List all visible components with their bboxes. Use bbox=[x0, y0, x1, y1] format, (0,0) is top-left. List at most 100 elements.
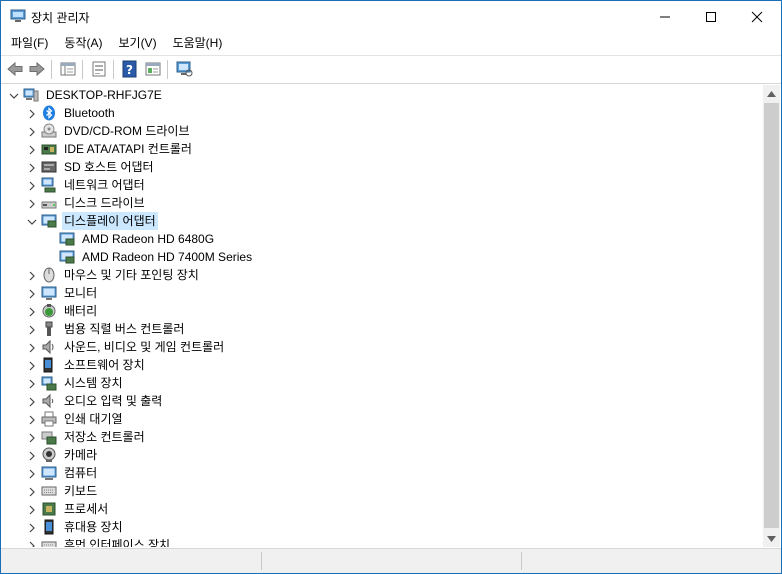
tree-category-item[interactable]: SD 호스트 어댑터 bbox=[3, 158, 703, 176]
display-adapter-icon bbox=[59, 231, 75, 247]
chevron-right-icon[interactable] bbox=[27, 342, 37, 353]
tree-item-label: 소프트웨어 장치 bbox=[64, 358, 145, 372]
minimize-button[interactable] bbox=[642, 1, 688, 32]
tree-item-label: 저장소 컨트롤러 bbox=[64, 430, 145, 444]
chevron-right-icon[interactable] bbox=[27, 360, 37, 371]
menu-file[interactable]: 파일(F) bbox=[5, 32, 54, 54]
tree-category-item[interactable]: 휴대용 장치 bbox=[3, 518, 703, 536]
toolbar-separator bbox=[167, 60, 168, 79]
forward-arrow-icon[interactable] bbox=[28, 60, 46, 78]
device-manager-window: 장치 관리자 파일(F) 동작(A) 보기(V) 도움말(H) ? DESKTO… bbox=[0, 0, 782, 574]
show-hide-tree-icon[interactable] bbox=[59, 60, 77, 78]
tree-device-item[interactable]: AMD Radeon HD 7400M Series bbox=[3, 248, 703, 266]
properties-icon[interactable] bbox=[90, 60, 108, 78]
tree-item-label: 휴먼 인터페이스 장치 bbox=[64, 538, 171, 547]
menu-action[interactable]: 동작(A) bbox=[58, 32, 108, 54]
tree-item-label: 카메라 bbox=[64, 448, 98, 462]
chevron-right-icon[interactable] bbox=[27, 144, 37, 155]
tree-category-item[interactable]: 컴퓨터 bbox=[3, 464, 703, 482]
close-button[interactable] bbox=[734, 1, 780, 32]
tree-category-item[interactable]: 오디오 입력 및 출력 bbox=[3, 392, 703, 410]
tree-item-label: 오디오 입력 및 출력 bbox=[64, 394, 163, 408]
chevron-right-icon[interactable] bbox=[27, 126, 37, 137]
chevron-right-icon[interactable] bbox=[27, 288, 37, 299]
scrollbar-thumb[interactable] bbox=[764, 103, 779, 528]
chevron-down-icon[interactable] bbox=[27, 216, 37, 226]
action-view-icon[interactable] bbox=[144, 60, 162, 78]
tree-category-item[interactable]: 디스플레이 어댑터 bbox=[3, 212, 703, 230]
network-adapter-icon bbox=[41, 177, 57, 193]
chevron-right-icon[interactable] bbox=[27, 180, 37, 191]
back-arrow-icon[interactable] bbox=[6, 60, 24, 78]
tree-category-item[interactable]: 저장소 컨트롤러 bbox=[3, 428, 703, 446]
chevron-right-icon[interactable] bbox=[27, 432, 37, 443]
scroll-down-button[interactable] bbox=[763, 530, 780, 547]
chevron-right-icon[interactable] bbox=[27, 414, 37, 425]
chevron-right-icon[interactable] bbox=[27, 306, 37, 317]
help-icon[interactable]: ? bbox=[121, 60, 139, 78]
tree-item-label: 마우스 및 기타 포인팅 장치 bbox=[64, 268, 199, 282]
tree-category-item[interactable]: 휴먼 인터페이스 장치 bbox=[3, 536, 703, 547]
chevron-right-icon[interactable] bbox=[27, 198, 37, 209]
usb-icon bbox=[41, 321, 57, 337]
tree-item-label: 범용 직렬 버스 컨트롤러 bbox=[64, 322, 185, 336]
system-device-icon bbox=[41, 375, 57, 391]
tree-device-item[interactable]: AMD Radeon HD 6480G bbox=[3, 230, 703, 248]
tree-category-item[interactable]: 범용 직렬 버스 컨트롤러 bbox=[3, 320, 703, 338]
chevron-right-icon[interactable] bbox=[27, 468, 37, 479]
chevron-right-icon[interactable] bbox=[27, 504, 37, 515]
tree-category-item[interactable]: IDE ATA/ATAPI 컨트롤러 bbox=[3, 140, 703, 158]
chevron-right-icon[interactable] bbox=[27, 486, 37, 497]
hid-icon bbox=[41, 537, 57, 547]
menu-view[interactable]: 보기(V) bbox=[112, 32, 162, 54]
speaker-icon bbox=[41, 339, 57, 355]
tree-item-label: 배터리 bbox=[64, 304, 98, 318]
monitor-scan-icon[interactable] bbox=[175, 60, 193, 78]
tree-category-item[interactable]: 마우스 및 기타 포인팅 장치 bbox=[3, 266, 703, 284]
status-separator bbox=[261, 552, 262, 570]
status-bar bbox=[1, 548, 781, 573]
scroll-up-button[interactable] bbox=[763, 85, 780, 102]
maximize-icon bbox=[706, 11, 716, 22]
tree-item-label: 프로세서 bbox=[64, 502, 109, 516]
sd-host-icon bbox=[41, 159, 57, 175]
chevron-down-icon[interactable] bbox=[9, 90, 19, 100]
storage-controller-icon bbox=[41, 429, 57, 445]
chevron-right-icon[interactable] bbox=[27, 378, 37, 389]
portable-device-icon bbox=[41, 519, 57, 535]
tree-item-label: 시스템 장치 bbox=[64, 376, 123, 390]
device-tree[interactable]: DESKTOP-RHFJG7E Bluetooth DVD/CD-ROM 드라이브 I… bbox=[3, 85, 763, 547]
minimize-icon bbox=[660, 16, 670, 17]
tree-category-item[interactable]: 키보드 bbox=[3, 482, 703, 500]
tree-category-item[interactable]: Bluetooth bbox=[3, 104, 703, 122]
vertical-scrollbar[interactable] bbox=[763, 85, 780, 547]
tree-category-item[interactable]: 네트워크 어댑터 bbox=[3, 176, 703, 194]
tree-category-item[interactable]: 배터리 bbox=[3, 302, 703, 320]
tree-category-item[interactable]: 사운드, 비디오 및 게임 컨트롤러 bbox=[3, 338, 703, 356]
tree-category-item[interactable]: 프로세서 bbox=[3, 500, 703, 518]
tree-category-item[interactable]: 소프트웨어 장치 bbox=[3, 356, 703, 374]
tree-category-item[interactable]: 디스크 드라이브 bbox=[3, 194, 703, 212]
chevron-right-icon[interactable] bbox=[27, 270, 37, 281]
chevron-right-icon[interactable] bbox=[27, 522, 37, 533]
title-bar[interactable]: 장치 관리자 bbox=[1, 1, 781, 32]
tree-category-item[interactable]: 인쇄 대기열 bbox=[3, 410, 703, 428]
maximize-button[interactable] bbox=[688, 1, 734, 32]
chevron-right-icon[interactable] bbox=[27, 540, 37, 547]
ide-controller-icon bbox=[41, 141, 57, 157]
menu-help[interactable]: 도움말(H) bbox=[167, 32, 229, 54]
toolbar-separator bbox=[51, 60, 52, 79]
chevron-right-icon[interactable] bbox=[27, 324, 37, 335]
tree-root-computer[interactable]: DESKTOP-RHFJG7E bbox=[3, 86, 703, 104]
tree-category-item[interactable]: 카메라 bbox=[3, 446, 703, 464]
chevron-right-icon[interactable] bbox=[27, 450, 37, 461]
monitor-icon bbox=[41, 285, 57, 301]
tree-category-item[interactable]: 모니터 bbox=[3, 284, 703, 302]
mouse-icon bbox=[41, 267, 57, 283]
software-device-icon bbox=[41, 357, 57, 373]
tree-category-item[interactable]: DVD/CD-ROM 드라이브 bbox=[3, 122, 703, 140]
chevron-right-icon[interactable] bbox=[27, 162, 37, 173]
chevron-right-icon[interactable] bbox=[27, 396, 37, 407]
tree-category-item[interactable]: 시스템 장치 bbox=[3, 374, 703, 392]
chevron-right-icon[interactable] bbox=[27, 108, 37, 119]
